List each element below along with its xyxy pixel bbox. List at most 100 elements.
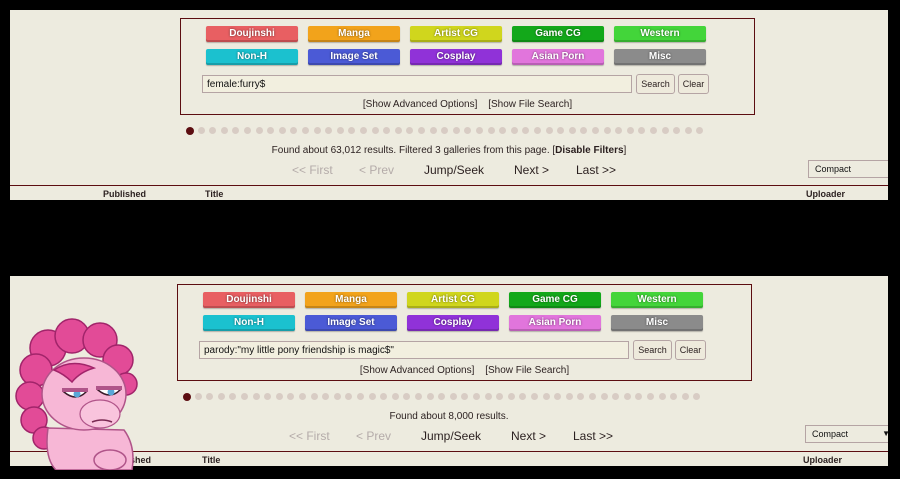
- prev-page-link[interactable]: < Prev: [356, 429, 391, 443]
- last-page-link[interactable]: Last >>: [576, 163, 616, 177]
- page-dot[interactable]: [255, 127, 263, 134]
- page-dot-current[interactable]: [183, 392, 191, 401]
- show-file-search-link[interactable]: [Show File Search]: [488, 99, 572, 110]
- page-dot[interactable]: [290, 127, 298, 134]
- page-dot[interactable]: [267, 127, 275, 134]
- page-dot[interactable]: [380, 393, 388, 400]
- category-western[interactable]: Western: [614, 26, 706, 42]
- category-doujinshi[interactable]: Doujinshi: [203, 292, 295, 308]
- page-dot[interactable]: [322, 393, 330, 400]
- uploader-column-header[interactable]: Uploader: [806, 189, 845, 199]
- show-file-search-link[interactable]: [Show File Search]: [485, 365, 569, 376]
- page-dot[interactable]: [603, 127, 611, 134]
- page-dot[interactable]: [348, 127, 356, 134]
- page-dot[interactable]: [461, 393, 469, 400]
- page-dot[interactable]: [232, 127, 240, 134]
- jump-seek-link[interactable]: Jump/Seek: [424, 163, 484, 177]
- page-dot[interactable]: [452, 127, 460, 134]
- category-image-set[interactable]: Image Set: [308, 49, 400, 65]
- page-dot[interactable]: [638, 127, 646, 134]
- last-page-link[interactable]: Last >>: [573, 429, 613, 443]
- page-dot[interactable]: [612, 393, 620, 400]
- page-dot[interactable]: [693, 393, 701, 400]
- title-column-header[interactable]: Title: [202, 455, 220, 465]
- page-dot[interactable]: [429, 127, 437, 134]
- page-dot[interactable]: [510, 127, 518, 134]
- page-dot[interactable]: [487, 127, 495, 134]
- page-dot[interactable]: [368, 393, 376, 400]
- page-dot[interactable]: [658, 393, 666, 400]
- page-dot[interactable]: [299, 393, 306, 400]
- category-cosplay[interactable]: Cosplay: [410, 49, 502, 65]
- view-mode-select[interactable]: Compact ▼: [805, 425, 888, 443]
- page-dot[interactable]: [197, 127, 205, 134]
- category-manga[interactable]: Manga: [308, 26, 400, 42]
- page-dot[interactable]: [635, 393, 643, 400]
- show-advanced-options-link[interactable]: [Show Advanced Options]: [363, 99, 478, 110]
- page-dot[interactable]: [360, 127, 367, 134]
- page-dot[interactable]: [194, 393, 202, 400]
- category-artist-cg[interactable]: Artist CG: [410, 26, 502, 42]
- page-dot[interactable]: [626, 127, 634, 134]
- page-dot[interactable]: [476, 127, 483, 134]
- page-dot[interactable]: [519, 393, 527, 400]
- category-misc[interactable]: Misc: [611, 315, 703, 331]
- page-dot[interactable]: [507, 393, 515, 400]
- page-dot[interactable]: [647, 393, 654, 400]
- category-doujinshi[interactable]: Doujinshi: [206, 26, 298, 42]
- published-column-header[interactable]: Published: [103, 189, 146, 199]
- page-dot[interactable]: [592, 127, 599, 134]
- page-dot[interactable]: [302, 127, 309, 134]
- page-dot[interactable]: [449, 393, 457, 400]
- page-dot[interactable]: [275, 393, 283, 400]
- page-dot[interactable]: [565, 393, 573, 400]
- page-dot[interactable]: [522, 127, 530, 134]
- show-advanced-options-link[interactable]: [Show Advanced Options]: [360, 365, 475, 376]
- page-dot[interactable]: [220, 127, 228, 134]
- page-dot[interactable]: [244, 127, 251, 134]
- page-dot[interactable]: [673, 127, 681, 134]
- page-dot[interactable]: [580, 127, 588, 134]
- page-dot[interactable]: [313, 127, 321, 134]
- category-non-h[interactable]: Non-H: [203, 315, 295, 331]
- page-dot[interactable]: [371, 127, 379, 134]
- page-dot[interactable]: [252, 393, 260, 400]
- title-column-header[interactable]: Title: [205, 189, 223, 199]
- page-dot[interactable]: [681, 393, 689, 400]
- category-misc[interactable]: Misc: [614, 49, 706, 65]
- page-dot[interactable]: [534, 127, 541, 134]
- search-button[interactable]: Search: [633, 340, 672, 360]
- page-dot[interactable]: [696, 127, 704, 134]
- page-dot[interactable]: [336, 127, 344, 134]
- prev-page-link[interactable]: < Prev: [359, 163, 394, 177]
- category-non-h[interactable]: Non-H: [206, 49, 298, 65]
- page-dot[interactable]: [241, 393, 248, 400]
- page-dot[interactable]: [394, 127, 402, 134]
- page-dot[interactable]: [661, 127, 669, 134]
- page-dot[interactable]: [357, 393, 364, 400]
- category-cosplay[interactable]: Cosplay: [407, 315, 499, 331]
- page-dot[interactable]: [473, 393, 480, 400]
- page-dot[interactable]: [287, 393, 295, 400]
- page-dot[interactable]: [264, 393, 272, 400]
- next-page-link[interactable]: Next >: [514, 163, 549, 177]
- clear-button[interactable]: Clear: [675, 340, 706, 360]
- category-western[interactable]: Western: [611, 292, 703, 308]
- category-game-cg[interactable]: Game CG: [509, 292, 601, 308]
- page-dot[interactable]: [406, 127, 414, 134]
- clear-button[interactable]: Clear: [678, 74, 709, 94]
- page-dot[interactable]: [589, 393, 596, 400]
- page-dot[interactable]: [391, 393, 399, 400]
- page-dot[interactable]: [278, 127, 286, 134]
- page-dot[interactable]: [206, 393, 214, 400]
- next-page-link[interactable]: Next >: [511, 429, 546, 443]
- category-image-set[interactable]: Image Set: [305, 315, 397, 331]
- page-dot[interactable]: [600, 393, 608, 400]
- search-button[interactable]: Search: [636, 74, 675, 94]
- page-dot[interactable]: [670, 393, 678, 400]
- first-page-link[interactable]: << First: [292, 163, 333, 177]
- page-dot[interactable]: [383, 127, 391, 134]
- page-dot[interactable]: [325, 127, 333, 134]
- category-asian-porn[interactable]: Asian Porn: [512, 49, 604, 65]
- page-dot[interactable]: [650, 127, 657, 134]
